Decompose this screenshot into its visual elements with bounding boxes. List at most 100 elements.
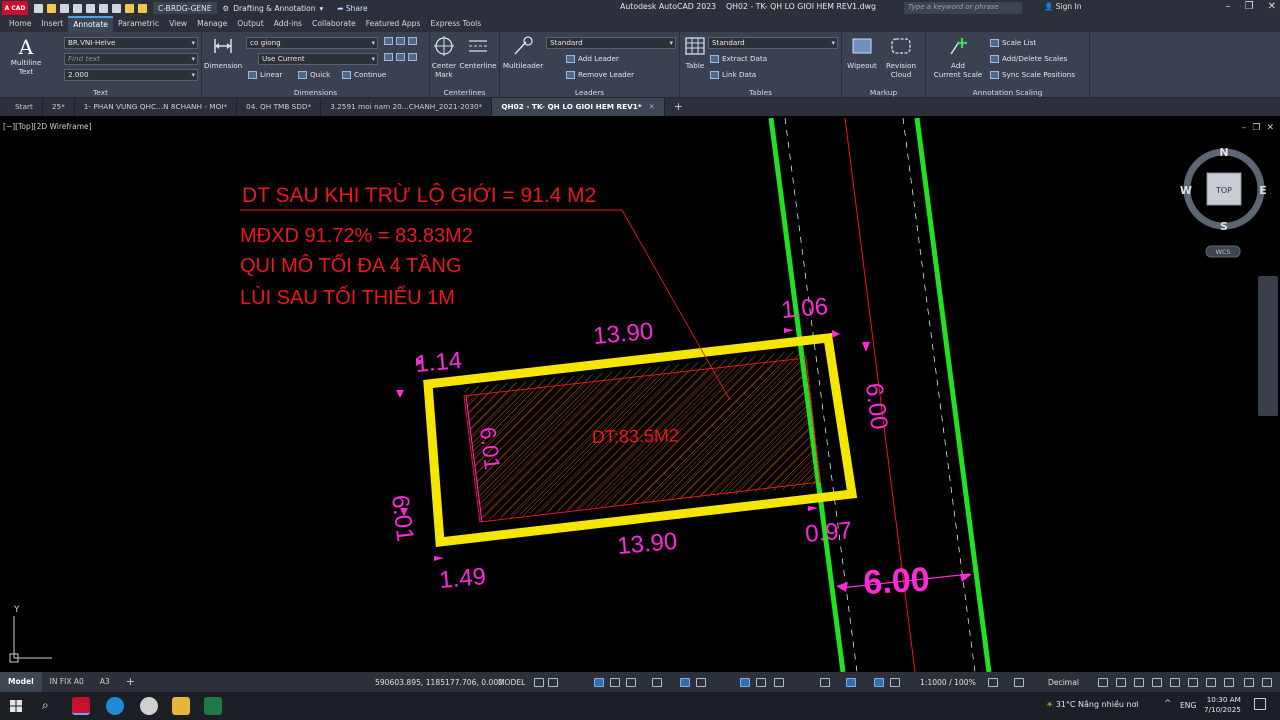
viewcube-top[interactable]: TOP <box>1215 186 1232 195</box>
multiline-text-button[interactable]: A Multiline Text <box>6 36 46 76</box>
dim-tools-row[interactable] <box>384 53 417 61</box>
file-explorer-icon[interactable] <box>172 697 190 715</box>
find-text-input[interactable]: Find text <box>64 53 198 65</box>
layout-tab[interactable]: A3 <box>92 672 118 692</box>
annotation-scale-dropdown[interactable]: 1:1000 / 100% <box>920 678 976 687</box>
sync-scale-positions-button[interactable]: Sync Scale Positions <box>990 70 1075 79</box>
centerlines-panel-title[interactable]: Centerlines <box>430 88 499 97</box>
dim-right[interactable]: 6.00 <box>860 381 892 431</box>
note-rear-setback[interactable]: LÙI SAU TỐI THIỂU 1M <box>240 285 455 309</box>
compass-south[interactable]: S <box>1220 220 1228 233</box>
open-folder-icon[interactable] <box>47 3 56 13</box>
table-style-dropdown[interactable]: Standard <box>708 37 838 49</box>
transparency-icon[interactable] <box>740 678 750 687</box>
undo-icon[interactable] <box>99 3 108 13</box>
edge-browser-icon[interactable] <box>106 697 124 715</box>
tab-featured-apps[interactable]: Featured Apps <box>361 16 426 32</box>
compass-west[interactable]: W <box>1180 184 1192 197</box>
plot-icon[interactable] <box>86 3 95 13</box>
note-max-floors[interactable]: QUI MÔ TỐI ĐA 4 TẦNG <box>240 253 462 277</box>
system-clock[interactable]: 10:30 AM 7/10/2025 <box>1204 695 1241 715</box>
isolate-objects-icon[interactable] <box>1134 678 1144 687</box>
minimize-button[interactable]: – <box>1226 1 1231 12</box>
viewport-close-button[interactable]: ✕ <box>1266 123 1274 133</box>
quick-button[interactable]: Quick <box>298 70 330 79</box>
wcs-menu[interactable]: WCS <box>1215 248 1230 256</box>
doc-tab[interactable]: 3.2591 moi nam 20...CHANH_2021-2030* <box>321 98 493 116</box>
tab-view[interactable]: View <box>164 16 192 32</box>
polar-icon[interactable] <box>610 678 620 687</box>
ortho-icon[interactable] <box>594 678 604 687</box>
dim-bottom-length[interactable]: 13.90 <box>616 528 678 560</box>
dim-top-length[interactable]: 13.90 <box>592 318 654 350</box>
dim-layer-dropdown[interactable]: Use Current <box>258 53 378 65</box>
lightbulb-icon[interactable] <box>125 3 134 13</box>
chevron-up-icon[interactable]: ^ <box>1164 699 1172 709</box>
doc-tab[interactable]: 04. QH TMB SDD* <box>237 98 322 116</box>
hardware-icon[interactable] <box>1188 678 1198 687</box>
text-style-dropdown[interactable]: BR.VNI-Helve <box>64 37 198 49</box>
add-delete-scales-button[interactable]: Add/Delete Scales <box>990 54 1067 63</box>
save-icon[interactable] <box>60 3 69 13</box>
3d-osnap-icon[interactable] <box>774 678 784 687</box>
selection-cycling-icon[interactable] <box>756 678 766 687</box>
dynamic-ucs-icon[interactable] <box>820 678 830 687</box>
tab-express-tools[interactable]: Express Tools <box>425 16 486 32</box>
compass-north[interactable]: N <box>1219 146 1228 159</box>
viewport-controls[interactable]: [−][Top][2D Wireframe] <box>3 122 92 131</box>
new-file-icon[interactable] <box>34 3 43 13</box>
annotation-visibility-icon[interactable] <box>874 678 884 687</box>
status-customize-icon[interactable] <box>1262 678 1272 687</box>
dim-tools-row[interactable] <box>384 37 417 45</box>
snap-icon[interactable] <box>548 678 558 687</box>
close-tab-icon[interactable]: ✕ <box>649 102 655 111</box>
search-icon[interactable]: ⌕ <box>42 698 49 713</box>
grid-icon[interactable] <box>534 678 544 687</box>
tab-output[interactable]: Output <box>232 16 268 32</box>
tables-panel-title[interactable]: Tables <box>680 88 841 97</box>
input-language[interactable]: ENG <box>1180 701 1196 710</box>
leaders-panel-title[interactable]: Leaders <box>500 88 679 97</box>
workspace-gear-icon[interactable] <box>988 678 998 687</box>
area-label[interactable]: DT:83.5M2 <box>592 425 679 447</box>
maximize-button[interactable]: ❐ <box>1245 1 1254 12</box>
lock-icon[interactable] <box>138 3 147 13</box>
leader-style-dropdown[interactable]: Standard <box>546 37 676 49</box>
layout-tab[interactable]: IN FIX A0 <box>42 672 92 692</box>
drawing-canvas[interactable]: DT SAU KHI TRỪ LỘ GIỚI = 91.4 M2 MĐXD 91… <box>0 118 1280 672</box>
viewcube[interactable]: TOP N S W E WCS <box>1178 144 1274 264</box>
centerline-button[interactable]: Centerline <box>458 36 498 70</box>
navigation-bar[interactable] <box>1258 276 1278 416</box>
doc-tab-active[interactable]: QH02 - TK- QH LO GIOI HEM REV1* ✕ <box>492 98 665 116</box>
drawing-svg[interactable]: DT SAU KHI TRỪ LỘ GIỚI = 91.4 M2 MĐXD 91… <box>0 118 1280 672</box>
object-track-icon[interactable] <box>652 678 662 687</box>
status-menu-icon[interactable] <box>1224 678 1234 687</box>
isodraft-icon[interactable] <box>626 678 636 687</box>
center-mark-button[interactable]: Center Mark <box>430 36 458 79</box>
new-tab-button[interactable]: + <box>665 98 692 116</box>
auto-scale-icon[interactable] <box>890 678 900 687</box>
dimension-button[interactable]: Dimension <box>204 36 242 70</box>
tab-insert[interactable]: Insert <box>36 16 68 32</box>
note-area-after-setback[interactable]: DT SAU KHI TRỪ LỘ GIỚI = 91.4 M2 <box>242 184 596 207</box>
continue-button[interactable]: Continue <box>342 70 386 79</box>
tab-parametric[interactable]: Parametric <box>113 16 164 32</box>
text-height-dropdown[interactable]: 2.000 <box>64 69 198 81</box>
revision-cloud-button[interactable]: Revision Cloud <box>882 36 920 79</box>
annotation-monitor-icon[interactable] <box>1014 678 1024 687</box>
dim-left-inner[interactable]: 6.01 <box>475 426 505 472</box>
viewport-minimize-button[interactable]: – <box>1242 123 1247 133</box>
clean-screen-icon[interactable] <box>1170 678 1180 687</box>
model-space-button[interactable]: MODEL <box>498 678 525 687</box>
layout-tab-model[interactable]: Model <box>0 672 42 692</box>
search-input[interactable]: Type a keyword or phrase <box>904 2 1022 14</box>
lineweight-icon[interactable] <box>696 678 706 687</box>
compass-east[interactable]: E <box>1259 184 1267 197</box>
lock-ui-icon[interactable] <box>1116 678 1126 687</box>
remove-leader-button[interactable]: Remove Leader <box>566 70 634 79</box>
viewport-restore-button[interactable]: ❐ <box>1252 123 1260 133</box>
tab-manage[interactable]: Manage <box>192 16 232 32</box>
sign-in-button[interactable]: 👤 Sign In <box>1044 2 1081 11</box>
close-button[interactable]: ✕ <box>1268 1 1276 12</box>
chrome-browser-icon[interactable] <box>140 697 158 715</box>
